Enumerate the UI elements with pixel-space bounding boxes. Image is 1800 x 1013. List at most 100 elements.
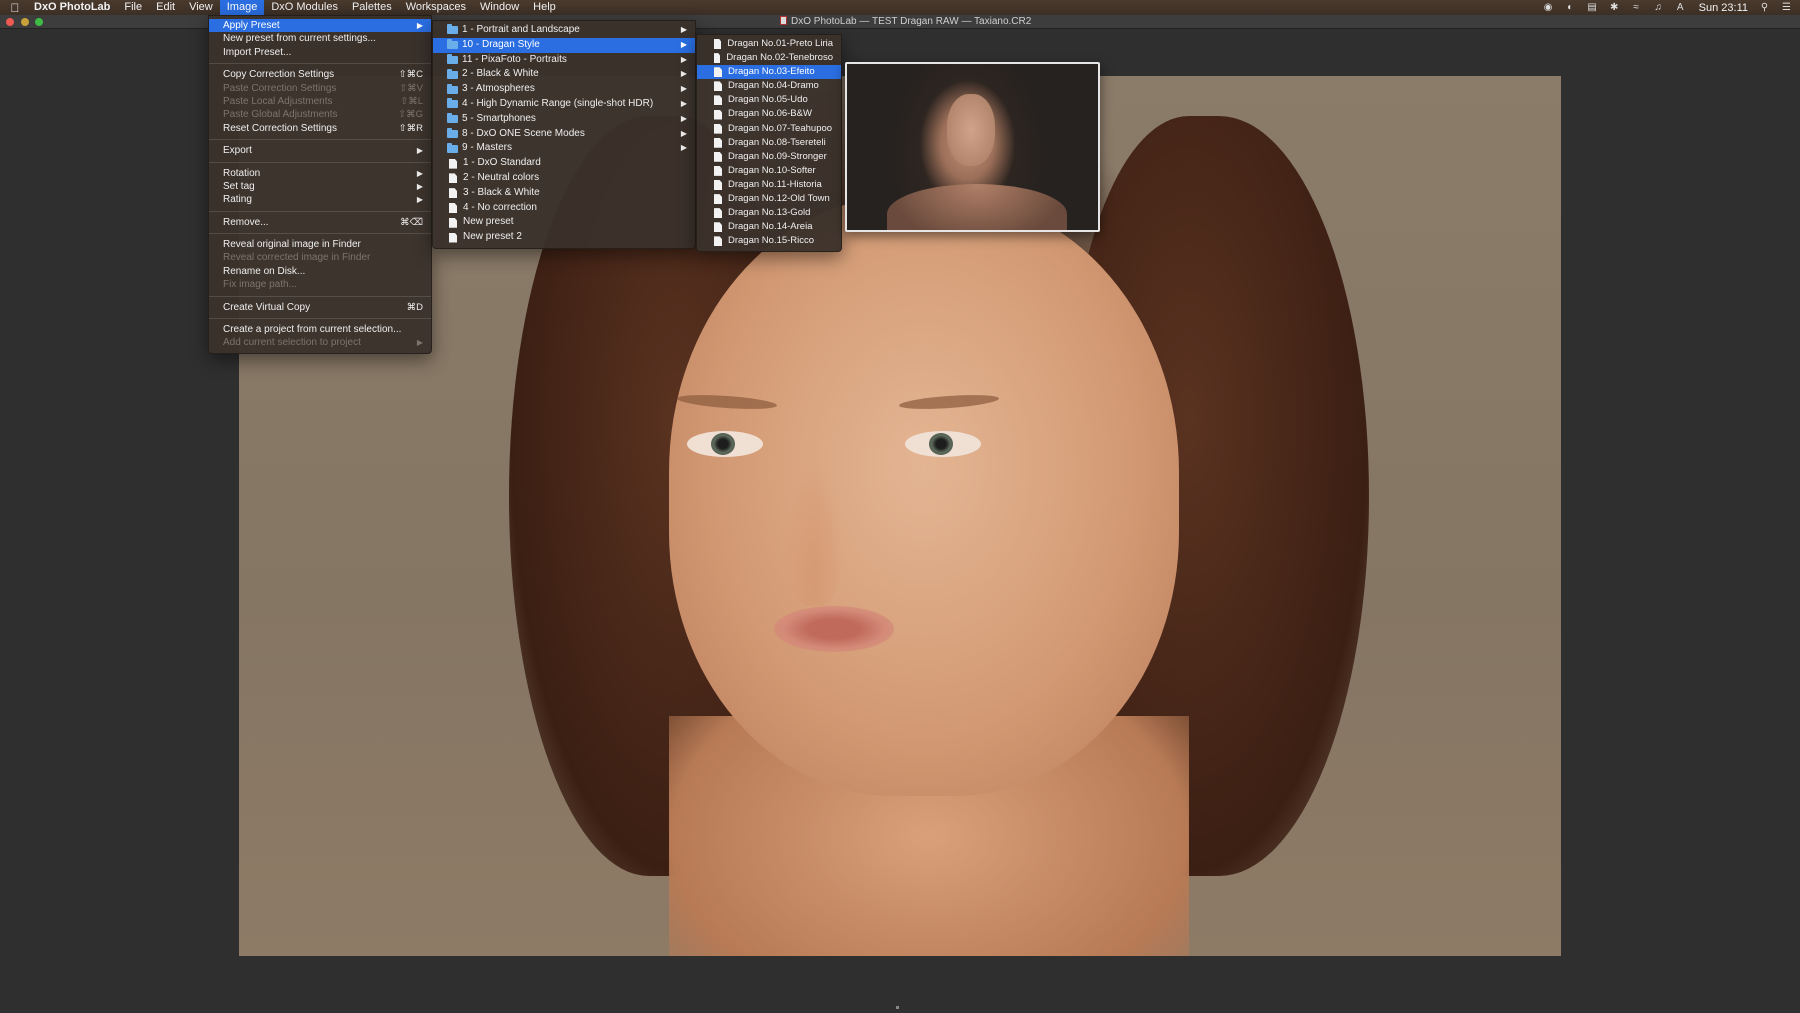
preset-folder-item[interactable]: 9 - Masters ▶ [433,141,695,156]
dragan-preset-item[interactable]: Dragan No.01-Preto Liria [697,37,841,51]
menu-palettes[interactable]: Palettes [345,0,399,15]
preset-folder-item[interactable]: 8 - DxO ONE Scene Modes ▶ [433,127,695,142]
menu-item-reveal-corrected: Reveal corrected image in Finder [223,252,371,264]
submenu-arrow-icon: ▶ [680,54,687,64]
menu-file[interactable]: File [117,0,149,15]
photo-content [687,431,763,457]
submenu-arrow-icon: ▶ [416,195,423,205]
preset-folder-item[interactable]: 3 - Atmospheres ▶ [433,82,695,97]
menu-item-rating[interactable]: Rating ▶ [209,193,431,206]
preset-file-item[interactable]: 4 - No correction [433,201,695,216]
notification-center-icon[interactable]: ☰ [1781,2,1792,13]
menu-app-name[interactable]: DxO PhotoLab [30,0,117,15]
menu-item-copy-correction[interactable]: Copy Correction Settings ⇧⌘C [209,68,431,81]
dragan-preset-item[interactable]: Dragan No.11-Historia [697,178,841,192]
menu-item-add-to-project: Add current selection to project ▶ [223,337,423,349]
menu-item-paste-global: Paste Global Adjustments ⇧⌘G [223,109,423,121]
preset-preview-thumbnail [845,62,1100,232]
menu-separator [209,210,431,212]
apple-icon[interactable]:  [0,1,30,15]
display-icon[interactable]: ▤ [1587,2,1598,13]
submenu-arrow-icon: ▶ [416,181,423,191]
menu-item-apply-preset[interactable]: Apply Preset ▶ [209,19,431,33]
document-icon [714,109,722,120]
menu-window[interactable]: Window [473,0,526,15]
dragan-preset-item[interactable]: Dragan No.02-Tenebroso [697,51,841,65]
dragan-preset-item[interactable]: Dragan No.07-Teahupoo [697,122,841,136]
menu-help[interactable]: Help [526,0,563,15]
preset-folder-item[interactable]: 1 - Portrait and Landscape ▶ [433,23,695,38]
preset-folder-item[interactable]: 11 - PixaFoto - Portraits ▶ [433,53,695,68]
close-window-button[interactable] [6,18,14,26]
menu-item-set-tag[interactable]: Set tag ▶ [209,180,431,193]
preset-folder-item[interactable]: 2 - Black & White ▶ [433,67,695,82]
keyboard-input-icon[interactable]: A [1675,2,1686,13]
raw-file-icon [780,16,787,25]
dragan-preset-item[interactable]: Dragan No.12-Old Town [697,192,841,206]
submenu-arrow-icon: ▶ [680,143,687,153]
window-title: DxO PhotoLab — TEST Dragan RAW — Taxiano… [780,16,1031,27]
folder-icon [447,39,458,50]
dragan-preset-item[interactable]: Dragan No.10-Softer [697,164,841,178]
menu-item-export[interactable]: Export ▶ [209,144,431,157]
menu-item-remove[interactable]: Remove... ⌘⌫ [209,216,431,229]
menu-workspaces[interactable]: Workspaces [399,0,473,15]
dragan-preset-item[interactable]: Dragan No.06-B&W [697,107,841,121]
preset-folder-item[interactable]: 4 - High Dynamic Range (single-shot HDR)… [433,97,695,112]
document-icon [449,202,457,213]
menu-item-reset-correction[interactable]: Reset Correction Settings ⇧⌘R [209,122,431,135]
preset-file-item[interactable]: 1 - DxO Standard [433,156,695,171]
shield-icon[interactable]: ◉ [1543,2,1554,13]
menu-item-rename-on-disk[interactable]: Rename on Disk... [209,265,431,278]
dragan-style-submenu: Dragan No.01-Preto Liria Dragan No.02-Te… [696,34,842,253]
menu-view[interactable]: View [182,0,220,15]
menu-item-rotation[interactable]: Rotation ▶ [209,167,431,180]
sync-icon[interactable]: ◐ [1565,2,1576,13]
apply-preset-submenu: 1 - Portrait and Landscape ▶ 10 - Dragan … [432,20,696,249]
document-icon [449,188,457,199]
bluetooth-icon[interactable]: ✱ [1609,2,1620,13]
zoom-window-button[interactable] [35,18,43,26]
document-icon [449,232,457,243]
menu-item-new-preset[interactable]: New preset from current settings... [209,32,431,45]
preset-folder-item-dragan-style[interactable]: 10 - Dragan Style ▶ [433,37,695,53]
document-icon [714,194,722,205]
minimize-window-button[interactable] [21,18,29,26]
preset-file-item[interactable]: New preset 2 [433,230,695,245]
document-icon [714,67,722,78]
menu-item-create-virtual-copy[interactable]: Create Virtual Copy ⌘D [209,301,431,314]
menu-item-create-project[interactable]: Create a project from current selection.… [209,323,431,336]
dragan-preset-item-efeito[interactable]: Dragan No.03-Efeito [697,65,841,80]
preset-folder-item[interactable]: 5 - Smartphones ▶ [433,112,695,127]
dragan-preset-item[interactable]: Dragan No.14-Areia [697,220,841,234]
menu-separator [209,233,431,235]
preview-content [887,184,1067,230]
dragan-preset-item[interactable]: Dragan No.15-Ricco [697,234,841,248]
preset-file-item[interactable]: 3 - Black & White [433,186,695,201]
wifi-icon[interactable]: ≈ [1631,2,1642,13]
document-icon [714,222,722,233]
menu-item-import-preset[interactable]: Import Preset... [209,46,431,59]
submenu-arrow-icon: ▶ [416,338,423,348]
document-icon [714,208,722,219]
menu-item-reveal-original[interactable]: Reveal original image in Finder [209,238,431,251]
menu-dxo-modules[interactable]: DxO Modules [264,0,345,15]
menu-separator [209,295,431,297]
preset-file-item[interactable]: New preset [433,215,695,230]
dragan-preset-item[interactable]: Dragan No.09-Stronger [697,150,841,164]
dragan-preset-item[interactable]: Dragan No.08-Tsereteli [697,136,841,150]
menu-item-paste-correction: Paste Correction Settings ⇧⌘V [223,82,423,94]
photo-content [905,431,981,457]
clock[interactable]: Sun 23:11 [1699,2,1748,14]
dragan-preset-item[interactable]: Dragan No.04-Dramo [697,79,841,93]
spotlight-search-icon[interactable]: ⚲ [1759,2,1770,13]
dragan-preset-item[interactable]: Dragan No.13-Gold [697,206,841,220]
dragan-preset-item[interactable]: Dragan No.05-Udo [697,93,841,107]
submenu-arrow-icon: ▶ [680,25,687,34]
menu-image[interactable]: Image [219,0,265,15]
volume-icon[interactable]: ♫ [1653,2,1664,13]
preset-file-item[interactable]: 2 - Neutral colors [433,171,695,186]
menu-edit[interactable]: Edit [149,0,182,15]
document-icon [714,151,722,162]
menu-bar:  DxO PhotoLab File Edit View Image DxO … [0,0,1800,15]
